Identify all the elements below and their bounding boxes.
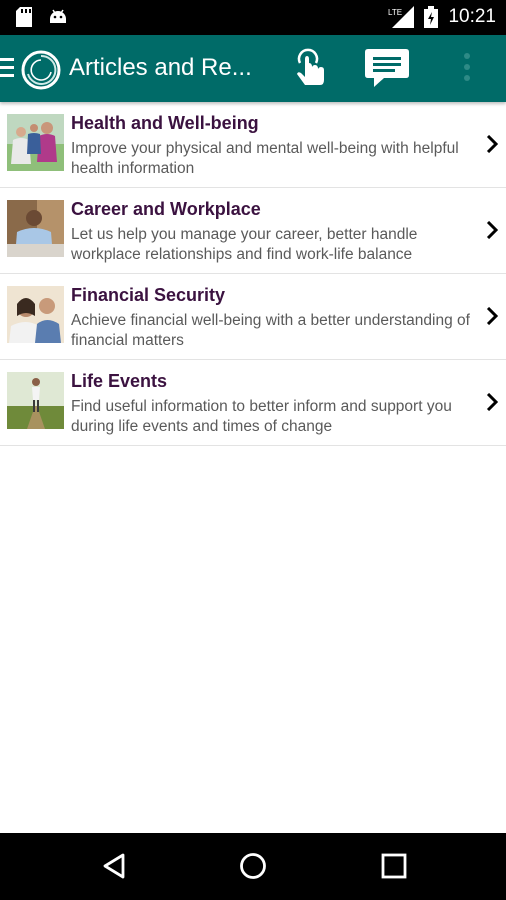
battery-icon [424, 6, 439, 28]
clock: 10:21 [448, 6, 496, 27]
back-icon[interactable] [101, 852, 127, 880]
logo-icon[interactable] [19, 48, 63, 92]
item-description: Achieve financial well-being with a bett… [71, 312, 470, 349]
item-title: Career and Workplace [71, 199, 261, 219]
item-title: Health and Well-being [71, 113, 259, 133]
health-photo [7, 114, 64, 171]
item-title: Life Events [71, 371, 168, 391]
android-icon [50, 9, 66, 23]
article-list: Health and Well-being Improve your physi… [0, 102, 506, 446]
chevron-right-icon [486, 221, 498, 239]
chat-icon[interactable] [364, 47, 410, 89]
finance-photo [7, 286, 64, 343]
network-type-label: LTE [388, 8, 402, 17]
chevron-right-icon [486, 135, 498, 153]
item-description: Let us help you manage your career, bett… [71, 226, 418, 263]
list-item-health[interactable]: Health and Well-being Improve your physi… [0, 102, 506, 188]
item-description: Find useful information to better inform… [71, 398, 452, 435]
chevron-right-icon [486, 307, 498, 325]
life-events-photo [7, 372, 64, 429]
recents-icon[interactable] [381, 853, 407, 879]
touch-icon[interactable] [287, 45, 331, 91]
navigation-bar [0, 833, 506, 900]
list-item-career[interactable]: Career and Workplace Let us help you man… [0, 188, 506, 274]
chevron-right-icon [486, 393, 498, 411]
list-item-life-events[interactable]: Life Events Find useful information to b… [0, 360, 506, 446]
item-description: Improve your physical and mental well-be… [71, 140, 459, 177]
app-bar: Articles and Re... [0, 35, 506, 102]
signal-icon: LTE [388, 6, 415, 28]
list-item-finance[interactable]: Financial Security Achieve financial wel… [0, 274, 506, 360]
status-bar: LTE 10:21 [0, 0, 506, 35]
item-title: Financial Security [71, 285, 226, 305]
sd-card-icon [16, 7, 32, 27]
menu-icon[interactable] [0, 58, 16, 78]
home-icon[interactable] [239, 852, 267, 880]
more-vert-icon[interactable] [455, 51, 479, 85]
page-title: Articles and Re... [69, 54, 252, 81]
career-photo [7, 200, 64, 257]
